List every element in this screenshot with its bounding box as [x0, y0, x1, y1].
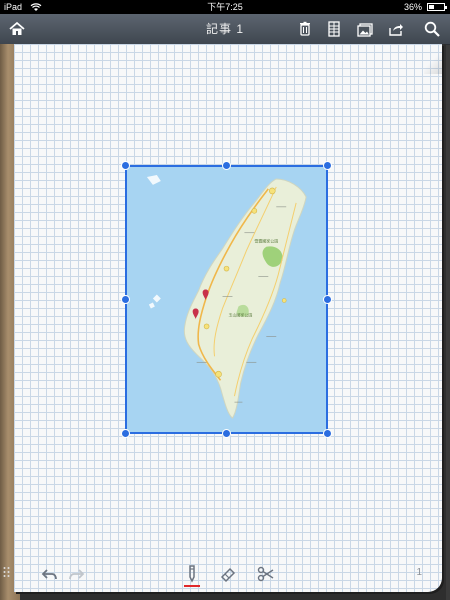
eraser-icon[interactable]	[218, 564, 238, 584]
tool-bar: 1	[14, 556, 442, 592]
pen-icon[interactable]	[182, 564, 202, 587]
map-label-yushan: 玉山國家公園	[228, 312, 252, 317]
share-icon[interactable]	[387, 20, 405, 38]
resize-handle-top-left[interactable]	[121, 161, 130, 170]
search-icon[interactable]	[423, 20, 441, 38]
battery-icon	[427, 3, 447, 11]
active-tool-indicator	[184, 585, 200, 587]
resize-handle-bottom-right[interactable]	[323, 429, 332, 438]
resize-handle-left[interactable]	[121, 295, 130, 304]
page-number: 1	[416, 567, 422, 578]
document-grid-icon[interactable]	[325, 20, 343, 38]
resize-handle-bottom-left[interactable]	[121, 429, 130, 438]
taiwan-map-icon: 雪霸國家公園 玉山國家公園	[127, 167, 326, 432]
note-title[interactable]: 記事 1	[0, 14, 450, 44]
battery-percentage: 36%	[403, 2, 422, 12]
app-toolbar: 記事 1	[0, 14, 450, 45]
battery-fill	[429, 5, 434, 9]
redo-icon[interactable]	[66, 564, 86, 584]
gallery-icon[interactable]	[356, 20, 374, 38]
map-label-shei-pa: 雪霸國家公園	[254, 239, 278, 244]
undo-icon[interactable]	[40, 564, 60, 584]
resize-handle-top[interactable]	[222, 161, 231, 170]
scissors-icon[interactable]	[256, 564, 276, 584]
trash-icon[interactable]	[296, 20, 314, 38]
clock: 下午7:25	[207, 2, 243, 12]
selected-map-image[interactable]: 雪霸國家公園 玉山國家公園	[125, 165, 328, 434]
resize-handle-bottom[interactable]	[222, 429, 231, 438]
resize-handle-right[interactable]	[323, 295, 332, 304]
note-page[interactable]: 雪霸國家公園 玉山國家公園	[14, 44, 442, 592]
drag-handle-icon[interactable]	[2, 566, 12, 578]
page-curl	[424, 44, 442, 74]
status-bar: iPad 下午7:25 36%	[0, 0, 450, 14]
resize-handle-top-right[interactable]	[323, 161, 332, 170]
